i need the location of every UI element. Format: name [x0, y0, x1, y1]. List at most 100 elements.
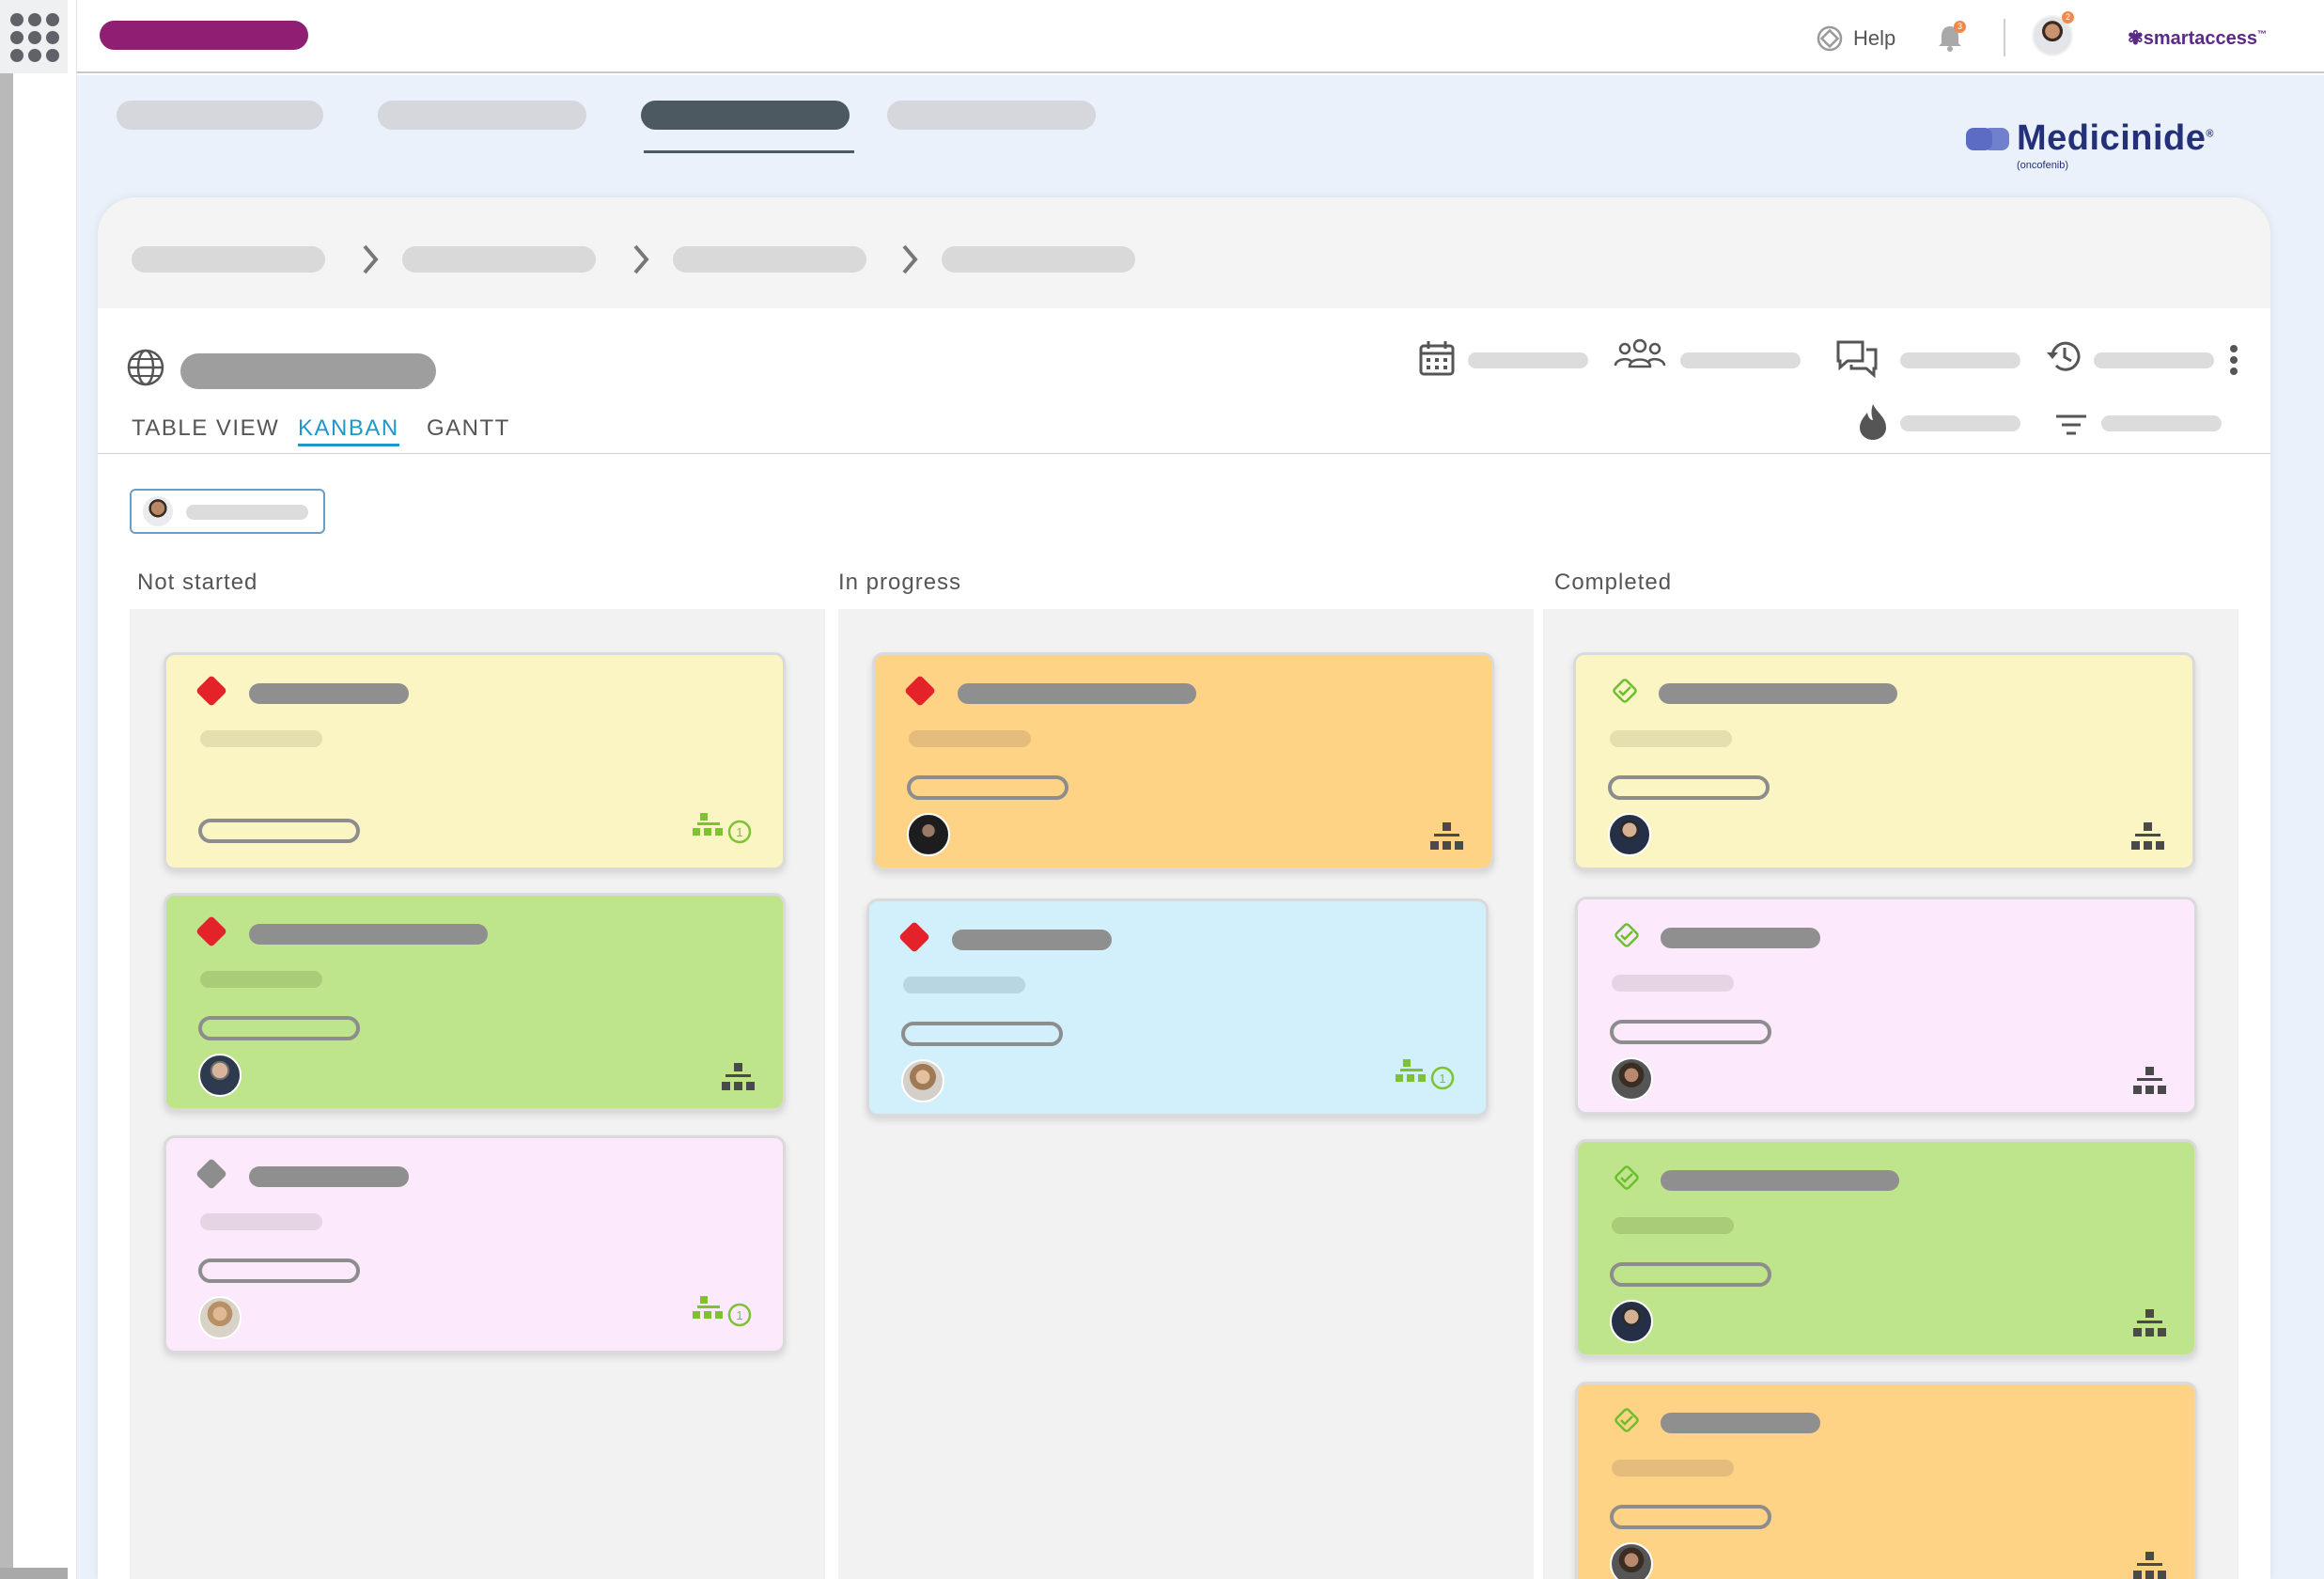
task-tag — [1610, 1505, 1771, 1529]
breadcrumb-item-4[interactable] — [942, 246, 1135, 273]
profile-badge: 2 — [2062, 11, 2074, 23]
hierarchy-icon[interactable] — [2129, 821, 2166, 852]
notifications-badge: 3 — [1954, 21, 1966, 33]
task-tag — [901, 1022, 1063, 1046]
product-registered: ® — [2206, 128, 2214, 140]
nav-tab-4[interactable] — [887, 101, 1096, 130]
priority-high-icon — [195, 915, 227, 947]
task-subtitle — [1612, 975, 1734, 992]
history-icon[interactable] — [2045, 336, 2084, 376]
tab-kanban[interactable]: KANBAN — [298, 415, 399, 446]
task-card[interactable] — [1575, 897, 2197, 1115]
breadcrumb-item-2[interactable] — [402, 246, 596, 273]
hierarchy-icon[interactable] — [2130, 1065, 2168, 1097]
check-diamond-icon — [1614, 923, 1639, 947]
page-title — [180, 353, 436, 389]
tab-gantt[interactable]: GANTT — [427, 415, 510, 442]
product-logo: Medicinide® (oncofenib) — [1966, 118, 2214, 171]
task-card[interactable] — [872, 652, 1494, 870]
help-button[interactable]: Help — [1816, 23, 1895, 55]
avatar — [143, 496, 173, 526]
priority-high-icon — [904, 675, 936, 707]
task-title — [1659, 683, 1897, 704]
history-value — [2094, 352, 2214, 368]
hierarchy-icon[interactable] — [1427, 821, 1465, 852]
check-diamond-icon — [1614, 1165, 1639, 1190]
task-title — [1661, 1413, 1820, 1433]
top-bar: Help 3 2 ✾smartaccess™ — [77, 0, 2324, 73]
subtask-count: 1 — [736, 1308, 742, 1322]
check-diamond-icon — [1613, 679, 1637, 703]
rail-bottom — [0, 1568, 68, 1579]
task-tag — [198, 1259, 360, 1283]
product-name-text: Medicinide — [2017, 118, 2207, 158]
smartaccess-logo: ✾smartaccess™ — [2128, 28, 2267, 49]
nav-tab-1[interactable] — [117, 101, 323, 130]
team-value — [1680, 352, 1801, 368]
task-tag — [198, 1016, 360, 1040]
main-panel: TABLE VIEW KANBAN GANTT Not started In p… — [98, 197, 2270, 1579]
column-title-not-started: Not started — [137, 570, 258, 595]
task-tag — [1610, 1020, 1771, 1044]
task-subtitle — [1612, 1217, 1734, 1234]
priority-value — [1900, 415, 2020, 431]
product-logo-mark — [1966, 124, 2011, 154]
flame-icon[interactable] — [1857, 402, 1889, 442]
task-card[interactable]: 1 — [866, 899, 1489, 1117]
task-title — [249, 1166, 409, 1187]
task-title — [1661, 928, 1820, 948]
globe-icon — [127, 349, 164, 386]
hierarchy-icon[interactable] — [2130, 1550, 2168, 1579]
priority-low-icon — [195, 1158, 227, 1190]
calendar-icon[interactable] — [1417, 338, 1457, 378]
nav-tab-2[interactable] — [378, 101, 586, 130]
priority-high-icon — [898, 921, 930, 953]
smartaccess-tm: ™ — [2256, 29, 2267, 40]
task-card[interactable] — [1575, 1382, 2197, 1579]
avatar — [1610, 1057, 1653, 1101]
task-title — [952, 930, 1112, 950]
apps-grid-icon[interactable] — [0, 0, 68, 73]
nav-tab-3-active[interactable] — [641, 101, 850, 130]
user-avatar[interactable]: 2 — [2032, 11, 2074, 56]
nav-active-underline — [644, 150, 854, 153]
task-card[interactable] — [164, 893, 786, 1111]
task-card[interactable]: 1 — [164, 1135, 786, 1353]
tab-table-view[interactable]: TABLE VIEW — [132, 415, 279, 442]
team-icon[interactable] — [1613, 335, 1667, 374]
avatar — [907, 813, 950, 856]
task-card[interactable] — [1575, 1139, 2197, 1357]
task-subtitle — [200, 730, 322, 747]
priority-high-icon — [195, 675, 227, 707]
avatar — [198, 1054, 242, 1097]
breadcrumb — [98, 197, 2270, 308]
chevron-right-icon — [902, 244, 918, 274]
assignee-filter-chip[interactable] — [130, 489, 325, 534]
check-diamond-icon — [1614, 1408, 1639, 1432]
hierarchy-icon[interactable]: 1 — [1396, 1057, 1461, 1091]
task-subtitle — [1610, 730, 1732, 747]
chevron-right-icon — [363, 244, 379, 274]
filter-icon[interactable] — [2054, 406, 2088, 446]
column-title-completed: Completed — [1554, 570, 1673, 595]
task-tag — [907, 775, 1068, 800]
task-card[interactable]: 1 — [164, 652, 786, 870]
more-vertical-icon[interactable] — [2227, 342, 2240, 382]
subtask-count: 1 — [736, 825, 742, 839]
comments-icon[interactable] — [1834, 338, 1879, 378]
product-name: Medicinide® — [2017, 118, 2214, 159]
help-lifebuoy-icon — [1817, 25, 1843, 52]
task-tag — [198, 819, 360, 843]
calendar-value — [1468, 352, 1588, 368]
hierarchy-icon[interactable]: 1 — [693, 1294, 758, 1328]
breadcrumb-item-3[interactable] — [673, 246, 866, 273]
app-brand-logo[interactable] — [100, 21, 308, 50]
task-title — [1661, 1170, 1899, 1191]
task-card[interactable] — [1573, 652, 2195, 870]
breadcrumb-item-1[interactable] — [132, 246, 325, 273]
task-subtitle — [909, 730, 1031, 747]
hierarchy-icon[interactable] — [719, 1061, 756, 1093]
hierarchy-icon[interactable] — [2130, 1307, 2168, 1339]
notifications-button[interactable]: 3 — [1933, 21, 1967, 55]
hierarchy-icon[interactable]: 1 — [693, 811, 758, 845]
